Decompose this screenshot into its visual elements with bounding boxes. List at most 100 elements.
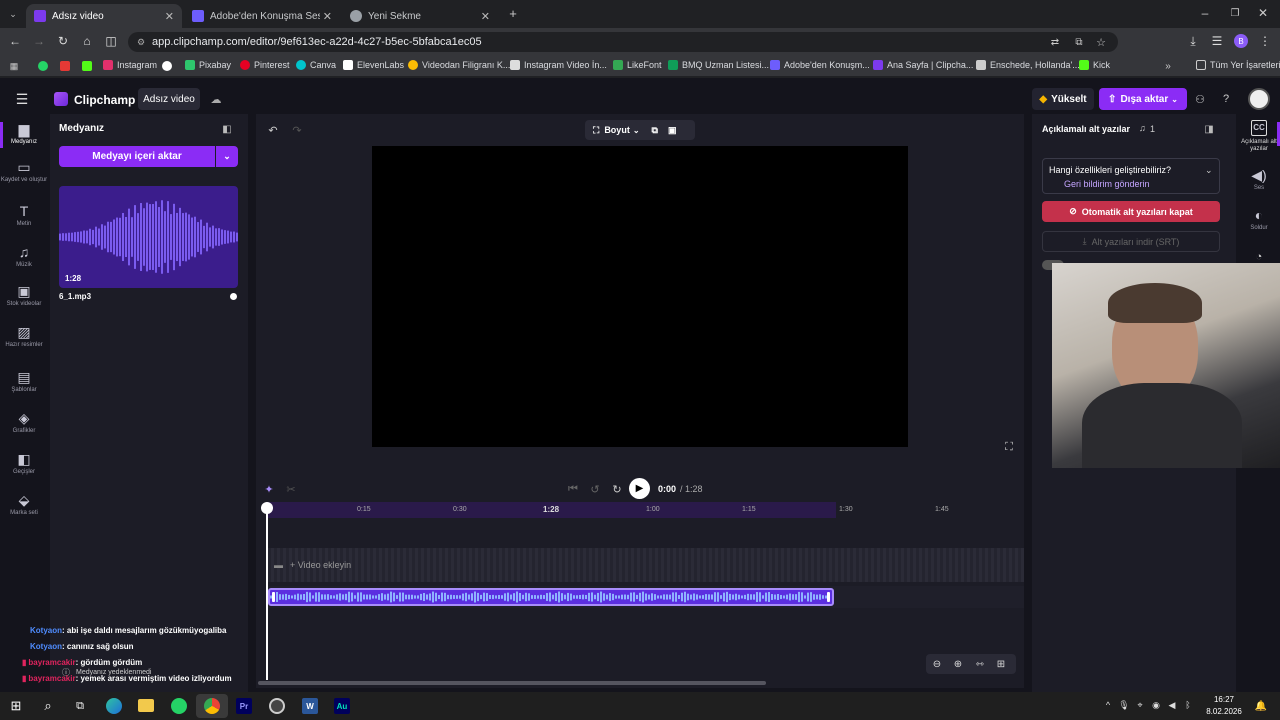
reload-icon[interactable]: ↻ — [56, 34, 70, 48]
close-icon[interactable]: ✕ — [165, 10, 174, 23]
browser-tab[interactable]: Yeni Sekme ✕ — [342, 4, 498, 28]
bookmark-likefont[interactable]: LikeFont — [613, 60, 662, 70]
back-icon[interactable]: ← — [8, 34, 22, 48]
nav-music[interactable]: ♫ Müzik — [0, 245, 48, 269]
install-icon[interactable]: ⧉ — [1072, 35, 1086, 49]
size-dropdown[interactable]: Boyut — [604, 125, 630, 135]
obs-icon[interactable] — [269, 698, 285, 714]
threads-bookmark-icon[interactable] — [162, 61, 172, 71]
speed-icon[interactable]: ◔ — [1252, 250, 1266, 264]
export-button[interactable]: ⇧ Dışa aktar ⌄ — [1099, 88, 1187, 110]
nav-media[interactable]: ▆ Medyanız — [0, 122, 48, 146]
windows-start-icon[interactable]: ⊞ — [8, 698, 24, 714]
timeline-scrollbar[interactable] — [258, 681, 766, 685]
nav-graphics[interactable]: ◈ Grafikler — [0, 411, 48, 435]
audition-icon[interactable]: Au — [334, 698, 350, 714]
nav-brand-kit[interactable]: ⬙ Marka seti — [0, 493, 48, 517]
speaker-icon[interactable]: ◀ — [1166, 699, 1178, 711]
bookmark-pinterest[interactable]: Pinterest — [240, 60, 290, 70]
restore-icon[interactable]: ❐ — [1228, 6, 1242, 20]
feedback-box[interactable]: Hangi özellikleri geliştirebiliriz? Geri… — [1042, 158, 1220, 194]
video-preview-canvas[interactable] — [372, 146, 908, 447]
bookmark-enschede[interactable]: Enschede, Hollanda'... — [976, 60, 1080, 70]
clip-trim-handle-right[interactable] — [827, 592, 830, 602]
site-info-icon[interactable]: ⚙ — [134, 35, 148, 49]
nav-stock-images[interactable]: ▨ Hazır resimler — [0, 325, 48, 349]
fullscreen-icon[interactable]: ⛶ — [1002, 440, 1016, 454]
nav-stock-videos[interactable]: ▣ Stok videolar — [0, 284, 48, 308]
more-bookmarks-icon[interactable]: » — [1162, 60, 1174, 72]
bookmark-instagram[interactable]: Instagram — [103, 60, 157, 70]
play-button[interactable]: ▶ — [629, 478, 650, 499]
reading-list-icon[interactable]: ☰ — [1210, 34, 1224, 48]
redo-icon[interactable]: ↷ — [290, 123, 304, 137]
import-dropdown-button[interactable]: ⌄ — [216, 146, 238, 167]
cloud-sync-off-icon[interactable]: ☁ — [208, 91, 224, 107]
browser-tab-active[interactable]: Adsız video ✕ — [26, 4, 182, 28]
skip-start-icon[interactable]: ⏮ — [566, 482, 580, 496]
time-ruler[interactable]: 0:15 0:30 1:28 1:00 1:15 1:30 1:45 — [266, 502, 1024, 518]
browser-tab[interactable]: Adobe'den Konuşma Sesini İyileş ✕ — [184, 4, 340, 28]
kick-bookmark-icon[interactable] — [82, 61, 92, 71]
nav-record[interactable]: ▭ Kaydet ve oluştur — [0, 160, 48, 184]
forward-icon[interactable]: → — [32, 34, 46, 48]
project-title-field[interactable]: Adsız video — [138, 88, 200, 110]
bluetooth-icon[interactable]: ᛒ — [1182, 699, 1194, 711]
display-icon[interactable]: ⧉ — [652, 125, 658, 136]
disable-captions-button[interactable]: ⊘ Otomatik alt yazıları kapat — [1042, 201, 1220, 222]
import-media-button[interactable]: Medyayı içeri aktar — [59, 146, 215, 167]
nav-fade[interactable]: ◐ Soldur — [1238, 208, 1280, 232]
close-icon[interactable]: ✕ — [323, 10, 332, 23]
bookmark-adobe[interactable]: Adobe'den Konuşm... — [770, 60, 870, 70]
youtube-bookmark-icon[interactable] — [60, 61, 70, 71]
collapse-panel-icon[interactable]: ◨ — [1202, 122, 1216, 136]
microphone-icon[interactable]: 🎙 — [1118, 699, 1130, 711]
chrome-icon[interactable] — [204, 698, 220, 714]
bookmark-watermark[interactable]: Videodan Filigranı K... — [408, 60, 510, 70]
bookmark-star-icon[interactable]: ☆ — [1094, 35, 1108, 49]
notifications-icon[interactable]: 🔔 — [1254, 699, 1268, 713]
new-tab-icon[interactable]: + — [506, 6, 520, 21]
location-icon[interactable]: ⌖ — [1134, 699, 1146, 711]
all-bookmarks[interactable]: Tüm Yer İşaretleri — [1196, 60, 1280, 70]
download-icon[interactable]: ⤓ — [1186, 34, 1200, 48]
user-avatar[interactable] — [1248, 88, 1270, 110]
bookmark-canva[interactable]: Canva — [296, 60, 336, 70]
bookmark-pixabay[interactable]: Pixabay — [185, 60, 231, 70]
tray-overflow-icon[interactable]: ^ — [1102, 699, 1114, 711]
meet-now-icon[interactable]: ◉ — [1150, 699, 1162, 711]
audio-clip[interactable] — [268, 588, 834, 606]
zoom-in-icon[interactable]: ⊕ — [951, 657, 965, 671]
translate-icon[interactable]: ⇄ — [1048, 35, 1062, 49]
playhead-handle[interactable] — [261, 502, 273, 514]
nav-templates[interactable]: ▤ Şablonlar — [0, 370, 48, 394]
close-icon[interactable]: ✕ — [481, 10, 490, 23]
help-icon[interactable]: ? — [1218, 91, 1234, 107]
feedback-link[interactable]: Geri bildirim gönderin — [1064, 179, 1150, 189]
media-item-card[interactable]: 1:28 — [59, 186, 238, 288]
bookmark-elevenlabs[interactable]: ElevenLabs — [343, 60, 404, 70]
bookmark-bmq[interactable]: BMQ Uzman Listesi... — [668, 60, 769, 70]
expand-timeline-icon[interactable]: ⊞ — [994, 657, 1008, 671]
nav-captions[interactable]: CC Açıklamalı alt yazılar — [1238, 120, 1280, 153]
playhead-line[interactable] — [266, 508, 268, 680]
bookmark-instagram-video[interactable]: Instagram Video İn... — [510, 60, 607, 70]
caption-screen-icon[interactable]: ▣ — [668, 125, 677, 136]
split-scissors-icon[interactable]: ✂ — [284, 482, 298, 496]
undo-icon[interactable]: ↶ — [266, 123, 280, 137]
task-view-icon[interactable]: ⧉ — [72, 698, 88, 714]
side-panel-icon[interactable]: ◫ — [104, 34, 118, 48]
profile-avatar[interactable]: B — [1234, 34, 1248, 48]
address-bar[interactable]: ⚙ app.clipchamp.com/editor/9ef613ec-a22d… — [128, 32, 1118, 52]
clock-date[interactable]: 8.02.2026 — [1202, 707, 1246, 716]
magic-edit-icon[interactable]: ✦ — [262, 482, 276, 496]
hamburger-menu-icon[interactable]: ☰ — [14, 91, 30, 107]
file-explorer-icon[interactable] — [138, 699, 154, 712]
fit-timeline-icon[interactable]: ⇿ — [973, 657, 987, 671]
window-close-icon[interactable]: ✕ — [1256, 6, 1270, 20]
download-srt-button[interactable]: ⤓ Alt yazıları indir (SRT) — [1042, 231, 1220, 252]
apps-grid-icon[interactable]: ▦ — [8, 60, 20, 72]
nav-text[interactable]: T Metin — [0, 204, 48, 228]
video-track[interactable]: ▬ + Video ekleyin — [268, 548, 1024, 582]
premiere-pro-icon[interactable]: Pr — [236, 698, 252, 714]
